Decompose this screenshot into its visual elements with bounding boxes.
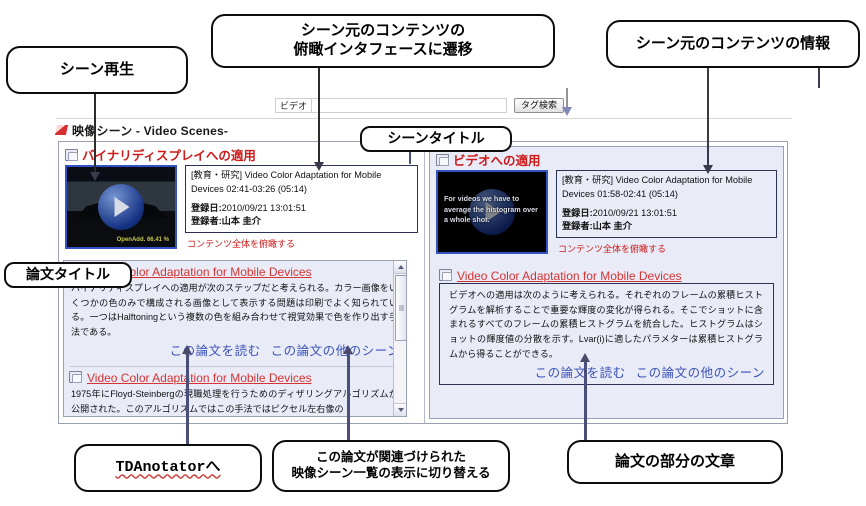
registered-date-right: 2010/09/21 13:01:51 <box>592 207 677 218</box>
callout-scene-playback-text: シーン再生 <box>59 60 135 78</box>
paper-title-left-2[interactable]: Video Color Adaptation for Mobile Device… <box>87 371 312 385</box>
scene-metadata-right: [教育・研究] Video Color Adaptation for Mobil… <box>556 170 777 239</box>
scene-panel-right-inner: ビデオへの適用 For videos we have to average th… <box>429 146 784 419</box>
callout-tdannotator: TDAnotatorへ <box>74 444 262 492</box>
callout-switch-list-line1: この論文が関連づけられた <box>315 450 466 465</box>
connector-content-info-left <box>707 64 709 169</box>
scene-registrant-row-right: 登録者:山本 圭介 <box>562 221 632 232</box>
thumbnail-caption-left: OpenAdd. 66.41 % <box>116 237 169 243</box>
callout-paper-title: 論文タイトル <box>4 262 132 288</box>
tag-search-button[interactable]: タグ検索 <box>514 98 565 113</box>
registered-date-label-right: 登録日 <box>562 207 590 218</box>
paper-header-right-1: Video Color Adaptation for Mobile Device… <box>434 265 779 283</box>
callout-tdannotator-text: TDAnotatorへ <box>115 458 221 476</box>
registrant-left: 山本 圭介 <box>221 216 261 227</box>
callout-switch-list: この論文が関連づけられた 映像シーン一覧の表示に切り替える <box>272 440 510 492</box>
callout-overview-transition-text: シーン元のコンテンツの 俯瞰インタフェースに遷移 <box>293 22 472 60</box>
scene-metadata-left: [教育・研究] Video Color Adaptation for Mobil… <box>185 165 418 234</box>
arrowhead-paper-partial-text <box>580 353 590 362</box>
play-icon[interactable] <box>98 184 144 230</box>
callout-content-info-text: シーン元のコンテンツの情報 <box>635 34 831 52</box>
registered-date-left: 2010/09/21 13:01:51 <box>221 202 306 213</box>
thumbnail-overlay-text-right: For videos we have to average the histog… <box>444 194 538 225</box>
connector-tdannotator <box>186 352 189 448</box>
arrowhead-scene-playback <box>90 172 100 181</box>
read-paper-link-right-1[interactable]: この論文を読む <box>535 366 626 380</box>
connector-overview-transition <box>318 68 320 166</box>
paper-body-left-2: 1975年にFloyd-Steinbergの現職処理を行うためのディザリングアル… <box>71 388 398 414</box>
paper-title-right-1[interactable]: Video Color Adaptation for Mobile Device… <box>457 269 682 283</box>
scene-registered-date-row-left: 登録日:2010/09/21 13:01:51 <box>191 202 306 213</box>
video-scenes-icon <box>54 125 69 135</box>
scene-panel-right: ビデオへの適用 For videos we have to average th… <box>425 142 787 423</box>
scene-doc-icon <box>436 153 449 166</box>
scene-timecode-right: 01:58-02:41 (05:14) <box>597 188 678 199</box>
paper-doc-icon <box>69 370 82 383</box>
callout-scene-title: シーンタイトル <box>360 126 512 152</box>
callout-switch-list-line2: 映像シーン一覧の表示に切り替える <box>291 466 491 480</box>
scene-title-right[interactable]: ビデオへの適用 <box>453 150 541 169</box>
scene-body-left: OpenAdd. 66.41 % [教育・研究] Video Color Ada… <box>59 165 424 250</box>
connector-scene-title <box>409 150 411 164</box>
scroll-up-arrow-icon[interactable] <box>394 261 406 274</box>
callout-overview-transition-line1: シーン元のコンテンツの <box>300 22 466 40</box>
scene-meta-title-line: [教育・研究] Video Color Adaptation for Mobil… <box>562 174 771 202</box>
paper-actions-right-1: この論文を読む この論文の他のシーン <box>442 362 771 384</box>
scene-doc-icon <box>65 148 78 161</box>
scene-timecode-left: 02:41-03:26 (05:14) <box>226 183 307 194</box>
paper-body-right-1: ビデオへの適用は次のように考えられる。それぞれのフレームの累積ヒストグラムを解析… <box>449 290 763 359</box>
other-scenes-link-left-1[interactable]: この論文の他のシーン <box>271 344 400 358</box>
tag-search-bar: ビデオ タグ検索 <box>275 97 595 114</box>
scene-body-right: For videos we have to average the histog… <box>430 170 783 255</box>
connector-paper-partial-text <box>584 360 587 448</box>
callout-switch-list-text: この論文が関連づけられた 映像シーン一覧の表示に切り替える <box>291 450 490 481</box>
search-category-label: ビデオ <box>275 98 312 113</box>
callout-overview-transition: シーン元のコンテンツの 俯瞰インタフェースに遷移 <box>211 14 555 68</box>
paper-body-left-1: バイナリディスプレイへの適用が次のステップだと考えられる。カラー画像をいくつかの… <box>71 283 398 338</box>
callout-paper-title-text: 論文タイトル <box>26 266 110 283</box>
scene-registered-date-row-right: 登録日:2010/09/21 13:01:51 <box>562 207 677 218</box>
scene-registrant-row-left: 登録者:山本 圭介 <box>191 216 261 227</box>
arrowhead-content-info-left <box>703 165 713 174</box>
callout-overview-transition-line2: 俯瞰インタフェースに遷移 <box>293 41 473 58</box>
paper-list-scrollbar-left[interactable] <box>393 261 406 416</box>
paper-list-right: Video Color Adaptation for Mobile Device… <box>434 265 779 385</box>
paper-actions-left-1: この論文を読む この論文の他のシーン <box>64 340 406 362</box>
scene-category-left: [教育・研究] <box>191 170 243 180</box>
registrant-right: 山本 圭介 <box>592 221 632 232</box>
scene-panels: バイナリディスプレイへの適用 OpenAdd. 66.41 % [教育・研究] … <box>58 141 788 424</box>
registered-date-label-left: 登録日 <box>191 202 219 213</box>
arrowhead-search <box>562 107 572 116</box>
callout-content-info: シーン元のコンテンツの情報 <box>606 20 860 68</box>
overview-link-left[interactable]: コンテンツ全体を俯瞰する <box>185 237 418 250</box>
header-divider <box>56 118 792 119</box>
overview-link-right[interactable]: コンテンツ全体を俯瞰する <box>556 242 777 255</box>
arrowhead-tdannotator <box>182 345 192 354</box>
scene-category-right: [教育・研究] <box>562 175 614 185</box>
connector-scene-playback <box>94 90 96 176</box>
scroll-down-arrow-icon[interactable] <box>394 403 406 416</box>
scene-title-left[interactable]: バイナリディスプレイへの適用 <box>82 145 256 164</box>
scene-thumbnail-left[interactable]: OpenAdd. 66.41 % <box>65 165 177 249</box>
paper-header-left-2: Video Color Adaptation for Mobile Device… <box>64 367 406 385</box>
arrowhead-overview-transition <box>314 162 324 171</box>
registrant-label-right: 登録者 <box>562 221 590 232</box>
paper-doc-icon <box>439 269 452 281</box>
paper-text-box-right: ビデオへの適用は次のように考えられる。それぞれのフレームの累積ヒストグラムを解析… <box>439 283 774 385</box>
callout-scene-playback: シーン再生 <box>6 46 188 94</box>
callout-paper-partial-text-text: 論文の部分の文章 <box>614 452 735 470</box>
scene-thumbnail-right[interactable]: For videos we have to average the histog… <box>436 170 548 254</box>
connector-switch-list <box>347 352 350 448</box>
other-scenes-link-right-1[interactable]: この論文の他のシーン <box>636 366 765 380</box>
scrollbar-thumb[interactable] <box>395 275 406 341</box>
registrant-label-left: 登録者 <box>191 216 219 227</box>
callout-paper-partial-text: 論文の部分の文章 <box>567 440 783 484</box>
search-input[interactable] <box>311 98 508 113</box>
scene-meta-title-line: [教育・研究] Video Color Adaptation for Mobil… <box>191 169 412 197</box>
callout-scene-title-text: シーンタイトル <box>387 130 485 147</box>
arrowhead-switch-list <box>343 345 353 354</box>
